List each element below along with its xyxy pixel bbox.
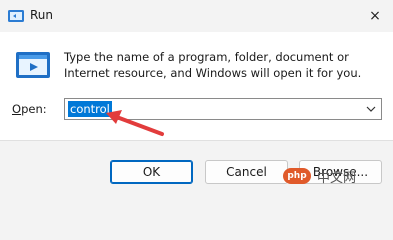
- run-app-icon: [8, 10, 24, 22]
- ok-button[interactable]: OK: [110, 160, 193, 184]
- watermark-text: 中文网: [317, 170, 357, 186]
- watermark-badge: php: [283, 168, 311, 184]
- cancel-button[interactable]: Cancel: [205, 160, 288, 184]
- run-program-icon: [16, 52, 50, 78]
- annotation-arrow: [106, 110, 164, 136]
- close-button[interactable]: ×: [357, 0, 393, 32]
- title-bar: Run ×: [0, 0, 393, 32]
- open-label: Open:: [12, 102, 47, 116]
- watermark: php 中文网: [283, 162, 391, 190]
- dialog-description: Type the name of a program, folder, docu…: [64, 50, 362, 80]
- open-label-text: pen:: [21, 102, 47, 116]
- close-icon: ×: [369, 8, 381, 24]
- window-title: Run: [30, 8, 54, 22]
- dropdown-button[interactable]: [363, 100, 379, 118]
- chevron-down-icon: [366, 106, 376, 112]
- dialog-content: Type the name of a program, folder, docu…: [0, 32, 393, 140]
- open-label-accelerator: O: [12, 102, 22, 116]
